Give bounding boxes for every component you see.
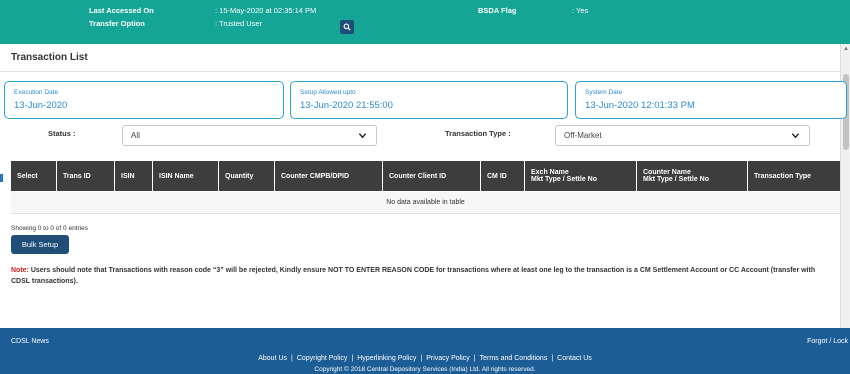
column-header-cm-id[interactable]: CM ID (481, 161, 525, 191)
note-label: Note: (11, 267, 29, 274)
column-header-counter-cmpb-dpid[interactable]: Counter CMPB/DPID (275, 161, 383, 191)
chevron-down-icon (791, 133, 800, 139)
transfer-option-label: Transfer Option (89, 19, 145, 28)
last-accessed-label: Last Accessed On (89, 6, 154, 15)
status-label: Status : (48, 129, 76, 138)
setup-allowed-label: Setup Allowed upto (300, 89, 356, 96)
bsda-flag-value: : Yes (572, 6, 589, 15)
footer-link-copyright-policy[interactable]: Copyright Policy (297, 355, 348, 362)
bulk-setup-button[interactable]: Bulk Setup (11, 235, 69, 254)
footer-link-contact-us[interactable]: Contact Us (557, 355, 592, 362)
column-header-select[interactable]: Select (11, 161, 57, 191)
footer-link-terms[interactable]: Terms and Conditions (480, 355, 548, 362)
table-empty-row: No data available in table (11, 192, 840, 214)
scroll-up-icon[interactable]: ▲ (843, 46, 849, 52)
chevron-down-icon (358, 133, 367, 139)
account-info-bar: Last Accessed On : 15-May-2020 at 02:35:… (0, 0, 850, 44)
system-date-box: System Date 13-Jun-2020 12:01:33 PM (575, 81, 847, 119)
column-header-transaction-type[interactable]: Transaction Type (748, 161, 840, 191)
column-header-trans-id[interactable]: Trans ID (57, 161, 115, 191)
status-select[interactable]: All (122, 125, 377, 146)
note-text: Users should note that Transactions with… (11, 267, 816, 285)
transaction-table-header: Select Trans ID ISIN ISIN Name Quantity … (11, 161, 840, 191)
page-title: Transaction List (11, 52, 88, 63)
bsda-flag-label: BSDA Flag (478, 6, 517, 15)
divider: | (291, 355, 293, 362)
transaction-type-select[interactable]: Off-Market (555, 125, 810, 146)
execution-date-label: Execution Date (14, 89, 59, 96)
forgot-lock-link[interactable]: Forgot / Lock (807, 338, 848, 345)
transaction-type-selected-value: Off-Market (564, 131, 602, 140)
divider: | (420, 355, 423, 362)
transfer-option-value: : Trusted User (215, 19, 263, 28)
column-header-isin-name[interactable]: ISIN Name (153, 161, 219, 191)
side-marker (0, 174, 3, 182)
system-date-value: 13-Jun-2020 12:01:33 PM (585, 100, 695, 111)
page: Last Accessed On : 15-May-2020 at 02:35:… (0, 0, 850, 374)
system-date-label: System Date (585, 89, 623, 96)
execution-date-box: Execution Date 13-Jun-2020 (4, 81, 284, 119)
search-icon (343, 23, 351, 31)
divider: | (351, 355, 354, 362)
footer-link-hyperlinking-policy[interactable]: Hyperlinking Policy (357, 355, 416, 362)
setup-allowed-value: 13-Jun-2020 21:55:00 (300, 100, 393, 111)
reason-code-note: Note: Users should note that Transaction… (11, 265, 831, 287)
last-accessed-value: : 15-May-2020 at 02:35:14 PM (215, 6, 317, 15)
transaction-type-label: Transaction Type : (445, 129, 511, 138)
footer-links: About Us | Copyright Policy | Hyperlinking P… (0, 355, 850, 362)
column-header-quantity[interactable]: Quantity (219, 161, 275, 191)
search-button[interactable] (340, 20, 354, 34)
copyright-text: Copyright © 2018 Central Depository Serv… (314, 366, 536, 373)
footer-link-privacy-policy[interactable]: Privacy Policy (426, 355, 470, 362)
setup-allowed-box: Setup Allowed upto 13-Jun-2020 21:55:00 (290, 81, 568, 119)
divider: | (551, 355, 554, 362)
column-header-exch-name[interactable]: Exch Name Mkt Type / Settle No (525, 161, 637, 191)
status-selected-value: All (131, 131, 140, 140)
table-entries-info: Showing 0 to 0 of 0 entries (11, 225, 88, 232)
execution-date-value: 13-Jun-2020 (14, 100, 68, 111)
site-footer: CDSL News Forgot / Lock About Us | Copyrig… (0, 328, 850, 374)
footer-link-about-us[interactable]: About Us (258, 355, 287, 362)
column-header-isin[interactable]: ISIN (115, 161, 153, 191)
divider: | (473, 355, 476, 362)
column-header-counter-client-id[interactable]: Counter Client ID (383, 161, 481, 191)
column-header-counter-name[interactable]: Counter Name Mkt Type / Settle No (637, 161, 748, 191)
divider (0, 71, 840, 72)
cdsl-news-link[interactable]: CDSL News (11, 338, 49, 345)
